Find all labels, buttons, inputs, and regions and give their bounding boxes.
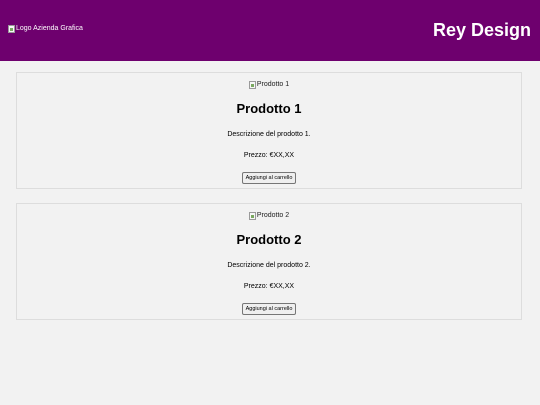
product-price: Prezzo: €XX,XX <box>243 283 295 290</box>
broken-image-icon <box>248 81 256 89</box>
site-header: Logo Azienda Grafica Rey Design <box>0 0 540 61</box>
logo-alt-text: Logo Azienda Grafica <box>16 25 83 32</box>
product-image-alt: Prodotto 1 <box>256 81 290 88</box>
product-price: Prezzo: €XX,XX <box>243 152 295 159</box>
broken-image-icon <box>8 25 15 33</box>
add-to-cart-button[interactable]: Aggiungi al carrello <box>241 172 297 184</box>
product-card: Prodotto 1 Prodotto 1 Descrizione del pr… <box>16 72 522 189</box>
brand-name: Rey Design <box>432 20 531 40</box>
add-to-cart-button[interactable]: Aggiungi al carrello <box>241 303 297 315</box>
product-title: Prodotto 1 <box>236 101 302 116</box>
product-description: Descrizione del prodotto 2. <box>227 262 311 269</box>
product-image-alt: Prodotto 2 <box>256 212 290 219</box>
broken-image-icon <box>248 212 256 220</box>
product-description: Descrizione del prodotto 1. <box>227 131 311 138</box>
product-image: Prodotto 2 <box>17 211 521 221</box>
product-card: Prodotto 2 Prodotto 2 Descrizione del pr… <box>16 203 522 320</box>
product-title: Prodotto 2 <box>236 232 302 247</box>
company-logo[interactable]: Logo Azienda Grafica <box>8 24 83 34</box>
product-image: Prodotto 1 <box>17 80 521 90</box>
